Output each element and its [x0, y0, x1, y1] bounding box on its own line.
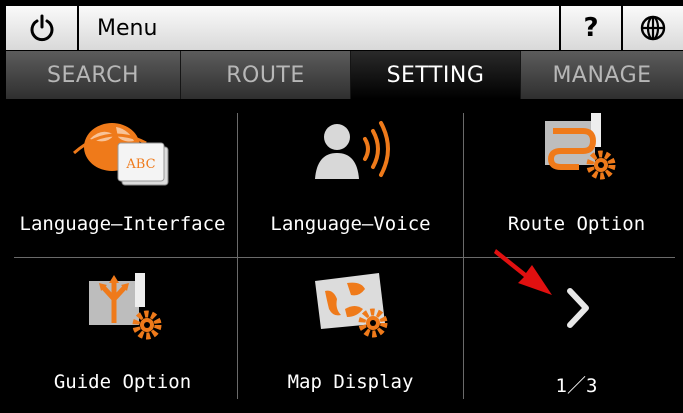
guide-option-icon	[88, 273, 161, 340]
grid-divider	[14, 257, 675, 258]
tab-search[interactable]: SEARCH	[6, 51, 181, 99]
tab-setting[interactable]: SETTING	[351, 51, 521, 99]
globe-icon	[640, 15, 666, 41]
tab-manage[interactable]: MANAGE	[521, 51, 683, 99]
tab-route[interactable]: ROUTE	[181, 51, 351, 99]
power-button[interactable]	[6, 6, 79, 50]
page-title: Menu	[79, 6, 561, 50]
map-display-button[interactable]: Map Display	[238, 99, 463, 393]
chevron-right-icon[interactable]	[564, 287, 592, 329]
top-bar: Menu ?	[6, 6, 683, 50]
red-arrow-icon	[494, 249, 552, 295]
guide-option-button[interactable]: Guide Option	[10, 99, 235, 393]
help-icon: ?	[583, 13, 599, 43]
map-display-label: Map Display	[287, 371, 414, 393]
tab-bar: SEARCH ROUTE SETTING MANAGE	[6, 51, 683, 99]
globe-button[interactable]	[623, 6, 683, 50]
help-button[interactable]: ?	[561, 6, 623, 50]
power-icon	[30, 14, 53, 42]
page-navigation: 1／3	[464, 99, 683, 397]
map-display-icon	[314, 273, 387, 338]
settings-grid: ABC Language—Interface Language—Voice Ro…	[6, 99, 683, 413]
device-screen: Menu ? SEARCH ROUTE SETTING MANAGE ABC L…	[0, 0, 683, 413]
page-indicator: 1／3	[555, 375, 598, 397]
guide-option-label: Guide Option	[53, 371, 192, 393]
